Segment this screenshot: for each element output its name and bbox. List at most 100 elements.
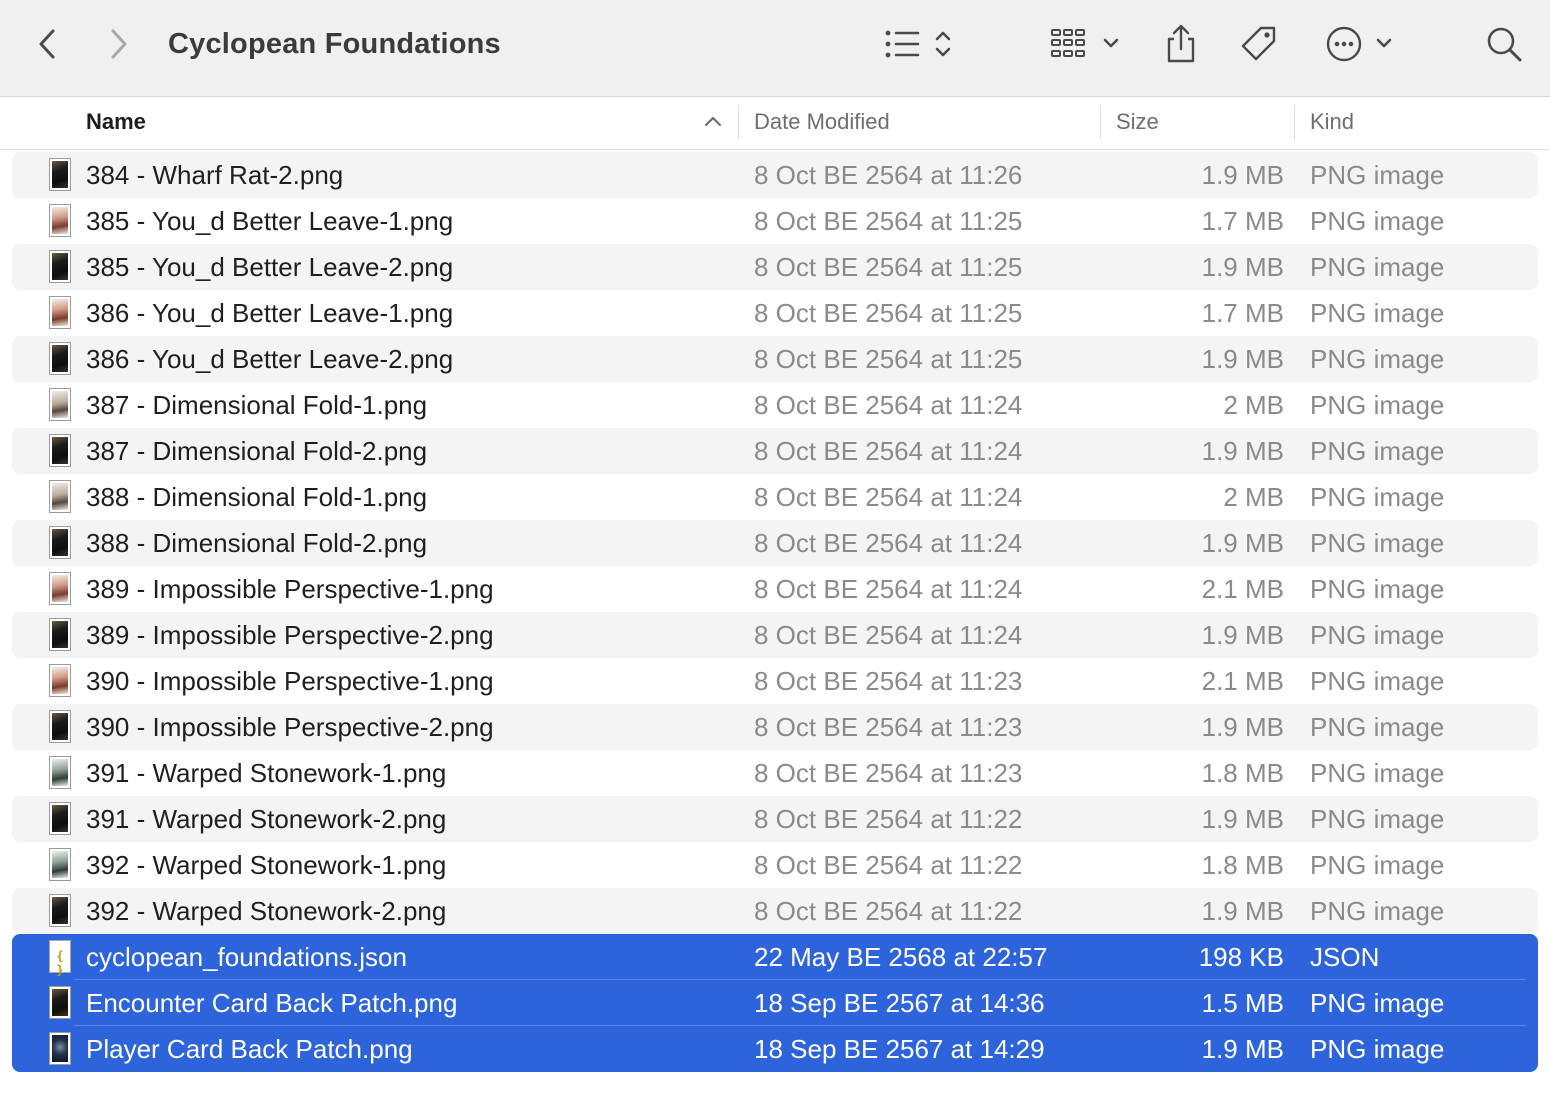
image-file-icon: [49, 710, 71, 743]
file-row[interactable]: Player Card Back Patch.png 18 Sep BE 2567…: [12, 1026, 1538, 1072]
image-file-icon: [49, 342, 71, 375]
file-thumbnail: [52, 575, 68, 602]
file-size: 2 MB: [1223, 482, 1284, 512]
file-row[interactable]: 389 - Impossible Perspective-2.png 8 Oct …: [12, 612, 1538, 658]
file-size: 1.9 MB: [1201, 160, 1284, 190]
file-thumbnail: [52, 253, 68, 280]
file-size: 2.1 MB: [1201, 574, 1284, 604]
file-name: 386 - You_d Better Leave-2.png: [86, 344, 454, 374]
file-thumbnail: [52, 713, 68, 740]
file-row[interactable]: 387 - Dimensional Fold-1.png 8 Oct BE 256…: [12, 382, 1538, 428]
file-kind: PNG image: [1310, 1034, 1445, 1064]
column-divider[interactable]: [738, 105, 739, 139]
file-row[interactable]: 388 - Dimensional Fold-1.png 8 Oct BE 256…: [12, 474, 1538, 520]
file-size: 2 MB: [1223, 390, 1284, 420]
tag-icon: [1241, 26, 1276, 61]
share-button[interactable]: [1162, 22, 1200, 66]
column-divider[interactable]: [1294, 105, 1295, 139]
file-kind: PNG image: [1310, 758, 1445, 788]
file-size: 1.5 MB: [1201, 988, 1284, 1018]
column-header-size[interactable]: Size: [1116, 97, 1159, 149]
file-size: 1.7 MB: [1201, 298, 1284, 328]
file-kind: PNG image: [1310, 344, 1445, 374]
file-name: 391 - Warped Stonework-2.png: [86, 804, 447, 834]
file-row[interactable]: 388 - Dimensional Fold-2.png 8 Oct BE 256…: [12, 520, 1538, 566]
image-file-icon: [49, 480, 71, 513]
file-name: 390 - Impossible Perspective-1.png: [86, 666, 494, 696]
file-thumbnail: [52, 529, 68, 556]
file-name: 386 - You_d Better Leave-1.png: [86, 298, 454, 328]
file-date-modified: 8 Oct BE 2564 at 11:24: [754, 574, 1023, 604]
file-size: 1.9 MB: [1201, 252, 1284, 282]
file-row[interactable]: { } cyclopean_foundations.json 22 May BE 2…: [12, 934, 1538, 980]
file-thumbnail: [52, 897, 68, 924]
file-thumbnail: [52, 161, 68, 188]
file-kind: PNG image: [1310, 390, 1445, 420]
file-kind: PNG image: [1310, 298, 1445, 328]
file-kind: PNG image: [1310, 160, 1445, 190]
file-row[interactable]: 385 - You_d Better Leave-2.png 8 Oct BE 2…: [12, 244, 1538, 290]
file-row[interactable]: 392 - Warped Stonework-2.png 8 Oct BE 256…: [12, 888, 1538, 934]
file-size: 1.9 MB: [1201, 804, 1284, 834]
tag-button[interactable]: [1238, 22, 1280, 66]
view-options-button[interactable]: [882, 24, 958, 64]
file-row[interactable]: 386 - You_d Better Leave-1.png 8 Oct BE 2…: [12, 290, 1538, 336]
file-size: 2.1 MB: [1201, 666, 1284, 696]
file-kind: PNG image: [1310, 804, 1445, 834]
chevron-up-icon[interactable]: [704, 113, 722, 129]
file-date-modified: 8 Oct BE 2564 at 11:23: [754, 758, 1023, 788]
file-name: 389 - Impossible Perspective-1.png: [86, 574, 494, 604]
more-actions-button[interactable]: [1324, 22, 1396, 66]
braces-glyph: { }: [56, 949, 64, 977]
file-row[interactable]: 384 - Wharf Rat-2.png 8 Oct BE 2564 at 11…: [12, 152, 1538, 198]
file-date-modified: 8 Oct BE 2564 at 11:22: [754, 850, 1023, 880]
forward-button[interactable]: [102, 26, 136, 62]
file-date-modified: 8 Oct BE 2564 at 11:23: [754, 666, 1023, 696]
column-divider[interactable]: [1100, 105, 1101, 139]
search-button[interactable]: [1484, 24, 1524, 64]
file-row[interactable]: 390 - Impossible Perspective-2.png 8 Oct …: [12, 704, 1538, 750]
file-name: 390 - Impossible Perspective-2.png: [86, 712, 494, 742]
file-name: 392 - Warped Stonework-2.png: [86, 896, 447, 926]
image-file-icon: [49, 250, 71, 283]
column-header-name[interactable]: Name: [86, 97, 146, 149]
file-thumbnail: [52, 1035, 68, 1062]
group-button[interactable]: [1050, 24, 1122, 64]
file-date-modified: 8 Oct BE 2564 at 11:24: [754, 528, 1023, 558]
file-row[interactable]: 391 - Warped Stonework-2.png 8 Oct BE 256…: [12, 796, 1538, 842]
file-date-modified: 8 Oct BE 2564 at 11:24: [754, 620, 1023, 650]
file-thumbnail: [52, 391, 68, 418]
file-name: 388 - Dimensional Fold-2.png: [86, 528, 428, 558]
file-name: cyclopean_foundations.json: [86, 942, 407, 972]
file-kind: PNG image: [1310, 988, 1445, 1018]
column-header-bar: Name Date Modified Size Kind: [0, 97, 1550, 150]
ellipsis-circle-icon: [1326, 26, 1392, 62]
file-thumbnail: [52, 483, 68, 510]
file-row[interactable]: 391 - Warped Stonework-1.png 8 Oct BE 256…: [12, 750, 1538, 796]
file-size: 198 KB: [1198, 942, 1284, 972]
column-header-date-modified[interactable]: Date Modified: [754, 97, 890, 149]
image-file-icon: [49, 664, 71, 697]
image-file-icon: [49, 1032, 71, 1065]
file-size: 1.9 MB: [1201, 896, 1284, 926]
json-file-icon: { }: [49, 940, 71, 977]
file-kind: PNG image: [1310, 252, 1445, 282]
file-row[interactable]: 386 - You_d Better Leave-2.png 8 Oct BE 2…: [12, 336, 1538, 382]
file-row[interactable]: Encounter Card Back Patch.png 18 Sep BE 2…: [12, 980, 1538, 1026]
file-row[interactable]: 390 - Impossible Perspective-1.png 8 Oct …: [12, 658, 1538, 704]
file-size: 1.9 MB: [1201, 436, 1284, 466]
file-date-modified: 8 Oct BE 2564 at 11:26: [754, 160, 1023, 190]
image-file-icon: [49, 204, 71, 237]
file-row[interactable]: 385 - You_d Better Leave-1.png 8 Oct BE 2…: [12, 198, 1538, 244]
back-button[interactable]: [30, 26, 64, 62]
file-row[interactable]: 392 - Warped Stonework-1.png 8 Oct BE 256…: [12, 842, 1538, 888]
finder-toolbar: Cyclopean Foundations: [0, 0, 1550, 97]
file-name: Player Card Back Patch.png: [86, 1034, 413, 1064]
file-row[interactable]: 389 - Impossible Perspective-1.png 8 Oct …: [12, 566, 1538, 612]
file-name: 387 - Dimensional Fold-2.png: [86, 436, 428, 466]
image-file-icon: [49, 526, 71, 559]
file-size: 1.8 MB: [1201, 850, 1284, 880]
file-size: 1.9 MB: [1201, 528, 1284, 558]
column-header-kind[interactable]: Kind: [1310, 97, 1354, 149]
file-row[interactable]: 387 - Dimensional Fold-2.png 8 Oct BE 256…: [12, 428, 1538, 474]
